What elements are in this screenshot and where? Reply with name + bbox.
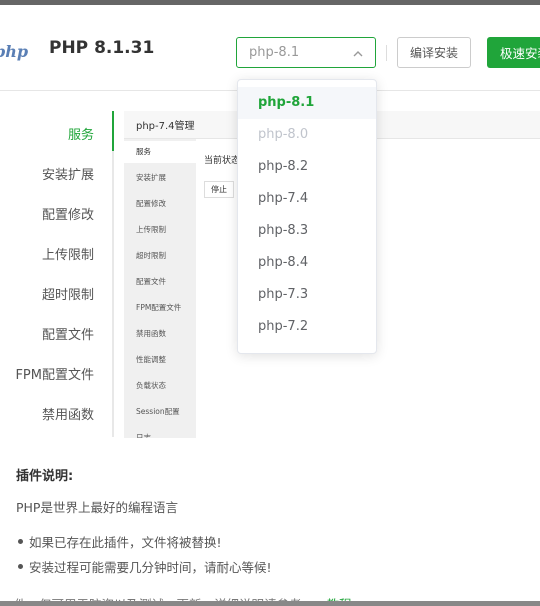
plugin-sidenav: 服务 安装扩展 配置修改 上传限制 超时限制 配置文件 FPM配置文件 禁用函数 xyxy=(0,111,114,437)
sidenav-active-indicator xyxy=(112,111,114,151)
version-option[interactable]: php-8.2 xyxy=(238,151,376,183)
version-option[interactable]: php-7.3 xyxy=(238,279,376,311)
preview-menu-item: FPM配置文件 xyxy=(136,303,182,312)
version-dropdown: php-8.1 php-8.0 php-8.2 php-7.4 php-8.3 … xyxy=(237,79,377,354)
sidenav-item-upload-limit[interactable]: 上传限制 xyxy=(42,244,94,263)
preview-menu-item: 超时限制 xyxy=(136,251,166,260)
version-option[interactable]: php-8.4 xyxy=(238,247,376,279)
preview-menu-item: 日志 xyxy=(136,433,151,438)
preview-menu-item: Session配置 xyxy=(136,407,180,416)
page-title: PHP 8.1.31 xyxy=(49,38,155,58)
preview-menu-item: 配置修改 xyxy=(136,199,166,208)
version-option[interactable]: php-8.1 xyxy=(238,87,376,119)
version-option[interactable]: php-7.4 xyxy=(238,183,376,215)
fast-install-button[interactable]: 极速安装 xyxy=(487,37,540,68)
description-bullets: 如果已存在此插件，文件将被替换! 安装过程可能需要几分钟时间，请耐心等候! xyxy=(16,532,272,582)
version-option[interactable]: php-7.2 xyxy=(238,311,376,343)
sidenav-item-disabled-functions[interactable]: 禁用函数 xyxy=(42,404,94,423)
preview-stop-button: 停止 xyxy=(204,181,234,198)
window-bottom-border xyxy=(0,601,540,606)
sidenav-item-install-extension[interactable]: 安装扩展 xyxy=(42,164,94,183)
description-title: 插件说明: xyxy=(16,469,74,484)
version-select[interactable]: php-8.1 xyxy=(236,37,376,68)
version-option: php-8.0 xyxy=(258,127,309,142)
description-text: PHP是世界上最好的编程语言 xyxy=(16,500,178,515)
preview-menu-item: 上传限制 xyxy=(136,225,166,234)
preview-menu-item: 性能调整 xyxy=(136,355,166,364)
compile-install-button[interactable]: 编译安装 xyxy=(397,37,471,68)
header-divider xyxy=(386,45,387,61)
sidenav-item-config-file[interactable]: 配置文件 xyxy=(42,324,94,343)
description-bullet: 安装过程可能需要几分钟时间，请耐心等候! xyxy=(16,557,272,576)
sidenav-item-fpm-config[interactable]: FPM配置文件 xyxy=(15,364,94,383)
preview-menu-item: 配置文件 xyxy=(136,277,166,286)
sidenav-item-timeout-limit[interactable]: 超时限制 xyxy=(42,284,94,303)
preview-menu-item: 服务 xyxy=(124,141,196,163)
preview-menu-item: 安装扩展 xyxy=(136,173,166,182)
sidenav-item-config-edit[interactable]: 配置修改 xyxy=(42,204,94,223)
version-option[interactable]: php-8.3 xyxy=(238,215,376,247)
version-select-value: php-8.1 xyxy=(249,45,300,60)
php-logo: php xyxy=(0,42,29,61)
preview-status-label: 当前状态 xyxy=(204,156,241,166)
chevron-up-icon xyxy=(353,51,363,57)
sidenav-item-service[interactable]: 服务 xyxy=(68,124,94,143)
preview-menu-item: 禁用函数 xyxy=(136,329,166,338)
preview-title: php-7.4管理 xyxy=(136,121,195,132)
preview-menu-item: 负载状态 xyxy=(136,381,166,390)
description-bullet: 如果已存在此插件，文件将被替换! xyxy=(16,532,272,551)
preview-menu: 服务 安装扩展 配置修改 上传限制 超时限制 配置文件 FPM配置文件 禁用函数… xyxy=(124,139,196,438)
